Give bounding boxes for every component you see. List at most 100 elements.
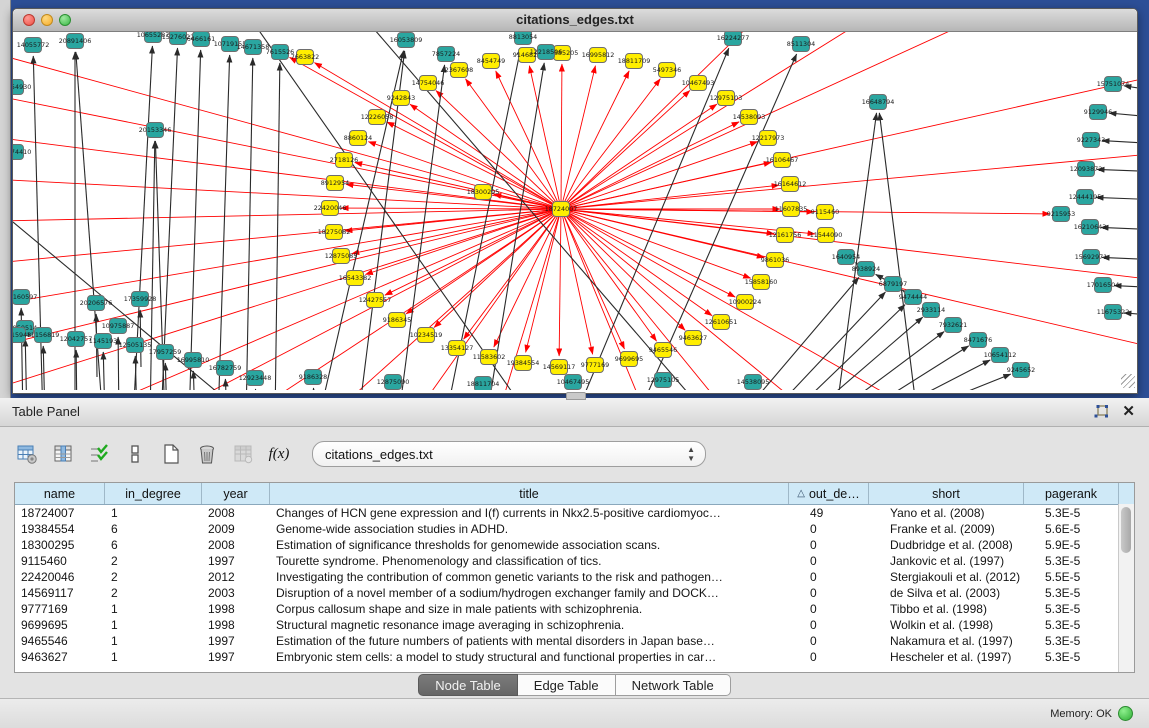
cell-name[interactable]: 14569117	[15, 585, 105, 601]
cell-name[interactable]: 9699695	[15, 617, 105, 633]
network-edge[interactable]	[561, 104, 717, 209]
column-header-name[interactable]: name	[15, 483, 105, 504]
network-edge[interactable]	[1096, 197, 1137, 200]
cell-in_degree[interactable]: 2	[105, 585, 202, 601]
network-edge[interactable]	[561, 72, 1137, 209]
cell-year[interactable]: 1997	[202, 553, 270, 569]
table-settings-icon[interactable]	[14, 441, 40, 467]
network-edge[interactable]	[434, 209, 561, 327]
cell-out_degree[interactable]: 49	[804, 505, 884, 521]
cell-short[interactable]: Nakamura et al. (1997)	[884, 633, 1039, 649]
table-row[interactable]: 911546021997Tourette syndrome. Phenomeno…	[15, 553, 1134, 569]
network-edge[interactable]	[161, 48, 178, 390]
network-edge[interactable]	[13, 42, 561, 209]
network-edge[interactable]	[736, 277, 859, 390]
network-edge[interactable]	[561, 79, 660, 209]
tab-node-table[interactable]: Node Table	[418, 674, 518, 696]
network-edge[interactable]	[246, 58, 253, 390]
cell-in_degree[interactable]: 1	[105, 617, 202, 633]
network-edge[interactable]	[275, 63, 280, 390]
network-view[interactable]: 1872400711607835121617569861036158581601…	[13, 32, 1137, 390]
close-panel-icon[interactable]: ✕	[1122, 402, 1135, 420]
cell-name[interactable]: 18300295	[15, 537, 105, 553]
network-edge[interactable]	[823, 332, 944, 390]
cell-title[interactable]: Investigating the contribution of common…	[270, 569, 804, 585]
cell-year[interactable]: 1998	[202, 601, 270, 617]
network-edge[interactable]	[561, 142, 758, 209]
cell-name[interactable]: 22420046	[15, 569, 105, 585]
cell-name[interactable]: 18724007	[15, 505, 105, 521]
table-row[interactable]: 969969511998Structural magnetic resonanc…	[15, 617, 1134, 633]
cell-title[interactable]: Genome-wide association studies in ADHD.	[270, 521, 804, 537]
network-edge[interactable]	[1102, 141, 1137, 144]
cell-short[interactable]: Jankovic et al. (1997)	[884, 553, 1039, 569]
delete-icon[interactable]	[194, 441, 220, 467]
cell-out_degree[interactable]: 0	[804, 601, 884, 617]
cell-out_degree[interactable]: 0	[804, 585, 884, 601]
network-edge[interactable]	[561, 90, 690, 209]
network-edge[interactable]	[783, 305, 905, 390]
cell-out_degree[interactable]: 0	[804, 553, 884, 569]
new-document-icon[interactable]	[158, 441, 184, 467]
network-edge[interactable]	[76, 350, 77, 390]
cell-year[interactable]: 2012	[202, 569, 270, 585]
float-panel-icon[interactable]	[1093, 404, 1109, 420]
cell-in_degree[interactable]: 6	[105, 521, 202, 537]
cell-name[interactable]: 9115460	[15, 553, 105, 569]
vertical-scrollbar[interactable]	[1118, 504, 1134, 672]
column-header-in_degree[interactable]: in_degree	[105, 483, 202, 504]
network-edge[interactable]	[313, 388, 315, 390]
select-all-icon[interactable]	[86, 441, 112, 467]
network-canvas[interactable]: 1872400711607835121617569861036158581601…	[13, 32, 1137, 390]
network-edge[interactable]	[526, 209, 561, 352]
table-row[interactable]: 1456911722003Disruption of a novel membe…	[15, 585, 1134, 601]
cell-year[interactable]: 2003	[202, 585, 270, 601]
cell-short[interactable]: de Silva et al. (2003)	[884, 585, 1039, 601]
cell-title[interactable]: Structural magnetic resonance image aver…	[270, 617, 804, 633]
network-edge[interactable]	[165, 363, 167, 390]
table-row[interactable]: 946554611997Estimation of the future num…	[15, 633, 1134, 649]
network-edge[interactable]	[352, 209, 561, 254]
resize-grip[interactable]	[1121, 374, 1135, 388]
cell-in_degree[interactable]: 6	[105, 537, 202, 553]
cell-short[interactable]: Yano et al. (2008)	[884, 505, 1039, 521]
cell-title[interactable]: Embryonic stem cells: a model to study s…	[270, 649, 804, 665]
network-edge[interactable]	[561, 64, 562, 209]
cell-name[interactable]: 9463627	[15, 649, 105, 665]
network-edge[interactable]	[43, 346, 45, 390]
cell-year[interactable]: 1997	[202, 633, 270, 649]
network-edge[interactable]	[103, 352, 105, 390]
cell-name[interactable]: 19384554	[15, 521, 105, 537]
cell-title[interactable]: Tourette syndrome. Phenomenology and cla…	[270, 553, 804, 569]
cell-out_degree[interactable]: 0	[804, 569, 884, 585]
splitter-handle[interactable]	[566, 392, 586, 400]
network-edge[interactable]	[879, 113, 918, 390]
cell-short[interactable]: Hescheler et al. (1997)	[884, 649, 1039, 665]
tab-network-table[interactable]: Network Table	[616, 674, 731, 696]
network-edge[interactable]	[255, 389, 257, 390]
cell-short[interactable]: Stergiakouli et al. (2012)	[884, 569, 1039, 585]
network-edge[interactable]	[1097, 169, 1137, 172]
table-row[interactable]: 2242004622012Investigating the contribut…	[15, 569, 1134, 585]
column-header-year[interactable]: year	[202, 483, 270, 504]
cell-short[interactable]: Tibbo et al. (1998)	[884, 601, 1039, 617]
network-edge[interactable]	[561, 122, 739, 209]
table-row[interactable]: 977716911998Corpus callosum shape and si…	[15, 601, 1134, 617]
rows-icon[interactable]	[122, 441, 148, 467]
cell-short[interactable]: Wolkin et al. (1998)	[884, 617, 1039, 633]
cell-title[interactable]: Estimation of significance thresholds fo…	[270, 537, 804, 553]
table-row[interactable]: 1938455462009Genome-wide association stu…	[15, 521, 1134, 537]
cell-in_degree[interactable]: 2	[105, 569, 202, 585]
cell-name[interactable]: 9465546	[15, 633, 105, 649]
cell-in_degree[interactable]: 1	[105, 505, 202, 521]
network-edge[interactable]	[559, 209, 561, 356]
network-edge[interactable]	[1101, 227, 1137, 230]
show-columns-icon[interactable]	[50, 441, 76, 467]
cell-title[interactable]: Corpus callosum shape and size in male p…	[270, 601, 804, 617]
cell-out_degree[interactable]: 0	[804, 537, 884, 553]
cell-in_degree[interactable]: 2	[105, 553, 202, 569]
network-edge[interactable]	[253, 32, 533, 390]
cell-title[interactable]: Disruption of a novel member of a sodium…	[270, 585, 804, 601]
network-edge[interactable]	[25, 339, 27, 390]
network-edge[interactable]	[561, 209, 685, 330]
